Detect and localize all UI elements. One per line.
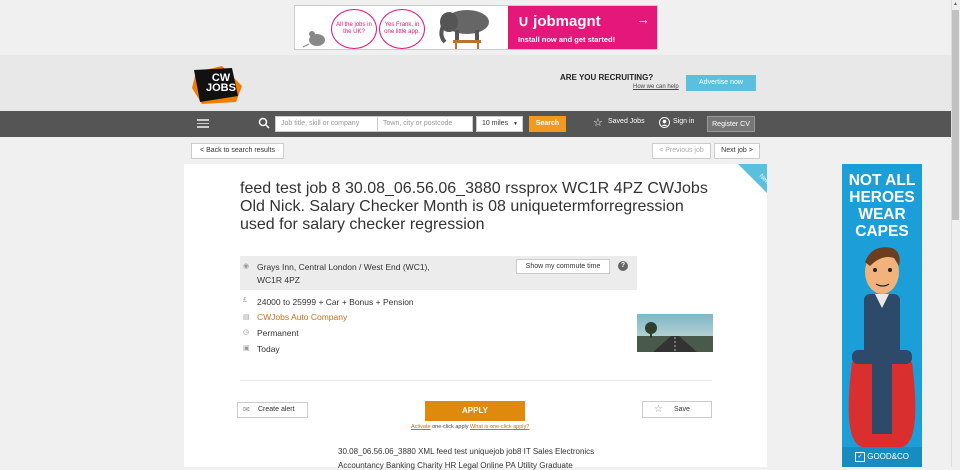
ad-bubble-text-2: Yes Frank, in one little app. [384, 22, 420, 35]
radius-select[interactable]: 10 miles ▼ [476, 116, 523, 132]
ad-speech-bubble-2: Yes Frank, in one little app. [379, 9, 425, 49]
company-link[interactable]: CWJobs Auto Company [257, 312, 347, 322]
map-pin-icon: ◉ [243, 263, 250, 270]
side-ad-headline: NOT ALL HEROES WEAR CAPES [842, 172, 922, 240]
jobmagnt-ad-cta-panel[interactable]: ∪ jobmagnt → Install now and get started… [508, 6, 657, 49]
scroll-up-arrow-icon[interactable]: ▲ [952, 0, 959, 9]
radius-select-value: 10 miles [482, 120, 509, 127]
calendar-icon: ▣ [243, 345, 250, 352]
search-icon[interactable] [258, 117, 270, 129]
side-ad-line2: HEROES [849, 189, 915, 206]
job-posted-date: Today [257, 344, 280, 354]
user-icon [659, 117, 670, 128]
elephant-icon [439, 10, 489, 49]
star-icon: ☆ [593, 117, 603, 129]
how-we-can-help-link[interactable]: How we can help [633, 84, 679, 90]
mouse-icon [302, 31, 325, 48]
envelope-icon: ✉ [243, 405, 250, 414]
side-ad-footer-text: GOOD&CO [867, 452, 909, 461]
divider [240, 380, 712, 381]
ad-bubble-text-1: All the jobs in the UK? [336, 22, 372, 35]
advertise-now-button[interactable]: Advertise now [686, 75, 756, 91]
side-ad-footer: ✓ GOOD&CO [842, 447, 922, 467]
cwjobs-logo[interactable]: CW JOBS [192, 66, 242, 104]
logo-text-bottom: JOBS [206, 82, 236, 94]
save-job-button[interactable]: ☆ Save [642, 401, 712, 418]
show-commute-button[interactable]: Show my commute time [516, 259, 610, 274]
ad-speech-bubble-1: All the jobs in the UK? [331, 9, 377, 49]
job-salary: 24000 to 25999 + Car + Bonus + Pension [257, 297, 414, 307]
arrow-right-icon: → [636, 11, 650, 27]
location-search-input[interactable]: Town, city or postcode [377, 116, 473, 132]
currency-icon: £ [243, 297, 247, 304]
job-type: Permanent [257, 328, 299, 338]
what-is-one-click-link[interactable]: What is one-click apply? [470, 424, 529, 430]
job-title: feed test job 8 30.08_06.56.06_3880 rssp… [240, 180, 708, 233]
site-header [0, 55, 951, 111]
scrollbar-thumb[interactable] [952, 10, 959, 220]
one-click-apply-text: one-click apply [432, 424, 469, 430]
side-ad-line4: CAPES [855, 223, 909, 240]
heroes-side-ad[interactable]: NOT ALL HEROES WEAR CAPES ✓ GOOD&CO [842, 164, 922, 467]
next-job-button[interactable]: Next job > [714, 143, 760, 159]
apply-button[interactable]: APPLY [425, 401, 525, 421]
star-outline-icon: ☆ [654, 404, 663, 415]
side-ad-line1: NOT ALL [848, 172, 916, 189]
jobmagnt-ad-banner[interactable]: All the jobs in the UK? Yes Frank, in on… [294, 5, 658, 50]
hamburger-menu-icon[interactable] [197, 117, 209, 131]
company-image [637, 314, 713, 352]
saved-jobs-link[interactable]: Saved Jobs [608, 118, 645, 125]
job-location-line2: WC1R 4PZ [257, 275, 300, 285]
logo-text: CW JOBS [206, 73, 236, 94]
jobmagnt-logo: ∪ jobmagnt [518, 12, 601, 30]
back-to-results-button[interactable]: < Back to search results [191, 143, 284, 159]
side-ad-line3: WEAR [858, 206, 906, 223]
chevron-down-icon: ▼ [513, 121, 518, 127]
create-alert-label: Create alert [258, 406, 295, 413]
ad-cta-text: Install now and get started! [518, 35, 616, 44]
ad-brand-text: jobmagnt [533, 13, 601, 30]
hero-illustration [848, 247, 916, 447]
job-location-line1: Grays Inn, Central London / West End (WC… [257, 262, 430, 272]
save-label: Save [674, 406, 690, 413]
create-alert-button[interactable]: ✉ Create alert [237, 402, 308, 418]
help-icon[interactable]: ? [618, 261, 628, 271]
are-you-recruiting-heading: ARE YOU RECRUITING? [560, 73, 654, 82]
sign-in-link[interactable]: Sign in [673, 118, 694, 125]
previous-job-button[interactable]: < Previous job [652, 143, 711, 159]
activate-link[interactable]: Activate [411, 424, 431, 430]
building-icon: ▤ [243, 314, 250, 321]
clock-icon: ◷ [243, 329, 250, 336]
register-cv-button[interactable]: Register CV [707, 116, 755, 132]
new-badge: New [738, 164, 767, 193]
keyword-search-input[interactable]: Job title, skill or company [275, 116, 378, 132]
job-description-line1: 30.08_06.56.06_3880 XML feed test unique… [338, 447, 595, 456]
one-click-apply-note: Activate one-click apply What is one-cli… [411, 424, 529, 430]
goodco-logo-icon: ✓ [854, 451, 865, 462]
magnet-icon: ∪ [518, 13, 529, 30]
search-button[interactable]: Search [529, 116, 566, 132]
job-description-line2: Accountancy Banking Charity HR Legal Onl… [338, 461, 573, 470]
